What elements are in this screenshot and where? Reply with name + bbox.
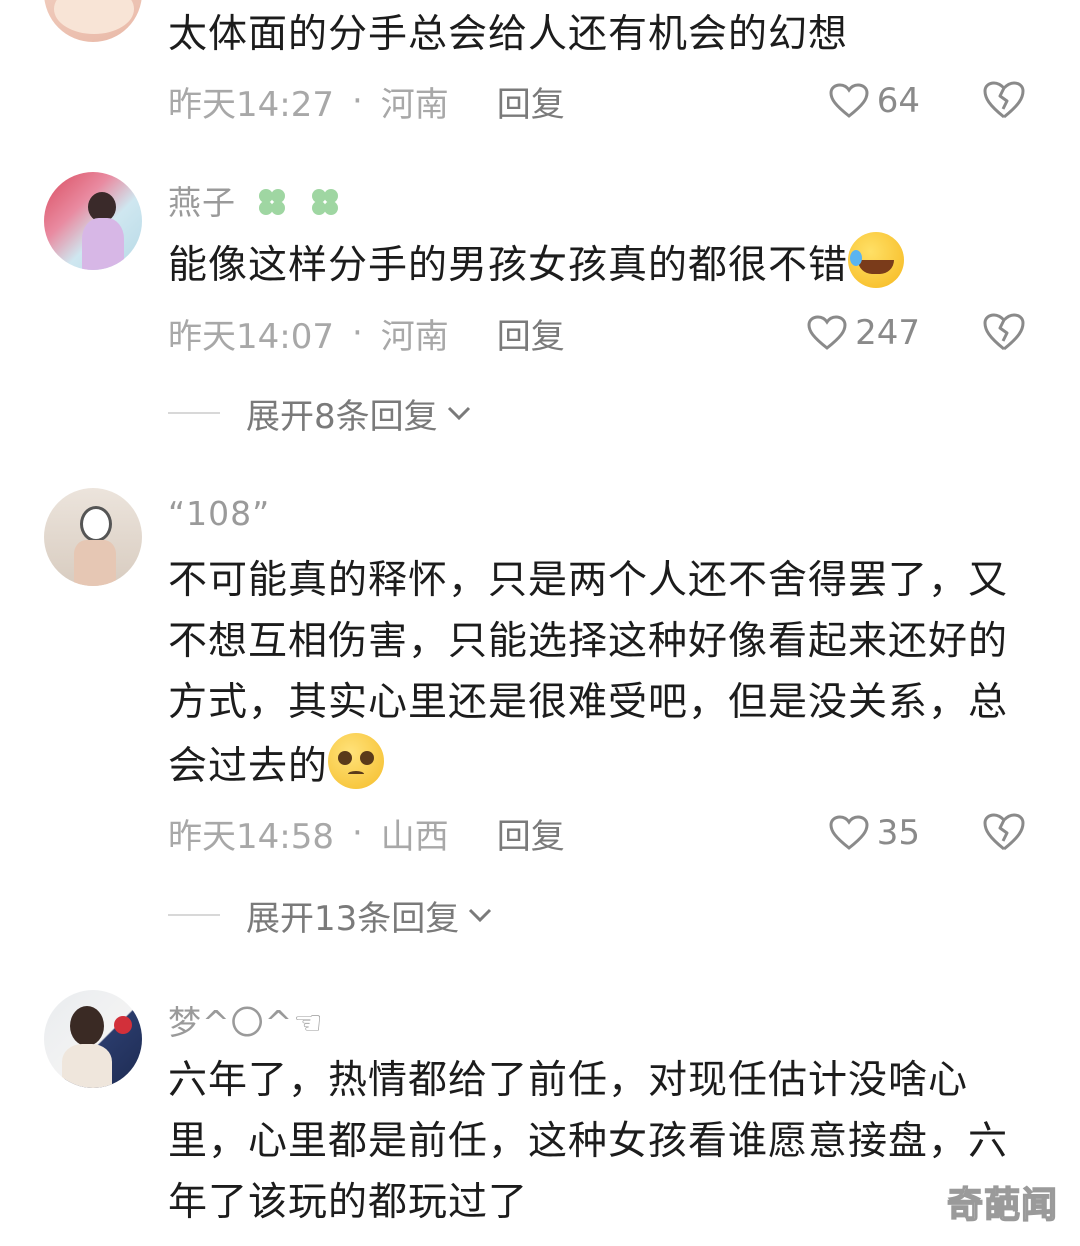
- username[interactable]: 燕子: [168, 176, 343, 224]
- broken-heart-icon[interactable]: [982, 80, 1026, 120]
- avatar[interactable]: [44, 172, 142, 270]
- broken-heart-icon[interactable]: [982, 812, 1026, 852]
- comment-text: 六年了，热情都给了前任，对现任估计没啥心里，心里都是前任，这种女孩看谁愿意接盘，…: [168, 1058, 1009, 1225]
- comment-location: 河南: [380, 84, 449, 125]
- username[interactable]: “108”: [168, 494, 270, 533]
- comment-time: 昨天14:27: [168, 84, 334, 125]
- divider: [168, 914, 220, 916]
- avatar[interactable]: [44, 990, 142, 1088]
- like-button[interactable]: 64: [829, 76, 920, 126]
- reply-button[interactable]: 回复: [497, 309, 565, 358]
- broken-heart-icon[interactable]: [982, 312, 1026, 352]
- comment-time: 昨天14:07: [168, 316, 334, 357]
- comment-meta: 昨天14:07 · 河南 回复: [168, 308, 565, 358]
- chevron-down-icon: [447, 406, 470, 421]
- like-count: 35: [876, 813, 920, 853]
- comment-time: 昨天14:58: [168, 816, 334, 857]
- comment-meta: 昨天14:27 · 河南 回复: [168, 76, 565, 126]
- expand-replies-button[interactable]: 展开13条回复: [168, 890, 493, 940]
- reply-button[interactable]: 回复: [497, 809, 565, 858]
- rolling-laughing-emoji: [848, 232, 905, 288]
- avatar[interactable]: [44, 0, 142, 42]
- comment-text: 不可能真的释怀，只是两个人还不舍得罢了，又不想互相伤害，只能选择这种好像看起来还…: [168, 558, 1009, 789]
- divider: [168, 412, 220, 414]
- heart-outline-icon: [829, 83, 869, 118]
- comment-location: 河南: [380, 316, 449, 357]
- like-button[interactable]: 35: [829, 808, 920, 858]
- comment-meta: 昨天14:58 · 山西 回复: [168, 808, 565, 858]
- like-count: 247: [855, 313, 920, 353]
- expand-replies-button[interactable]: 展开8条回复: [168, 388, 472, 438]
- heart-outline-icon: [829, 815, 869, 850]
- comment-text: 能像这样分手的男孩女孩真的都很不错: [168, 232, 1038, 296]
- four-leaf-clover-icon: [312, 189, 338, 215]
- watermark: 奇葩闻: [946, 1184, 1058, 1227]
- like-count: 64: [876, 81, 920, 121]
- like-button[interactable]: 247: [807, 308, 920, 358]
- heart-outline-icon: [807, 315, 847, 350]
- avatar[interactable]: [44, 488, 142, 586]
- comment-text: 太体面的分手总会给人还有机会的幻想: [168, 12, 849, 57]
- chevron-down-icon: [469, 908, 492, 923]
- username[interactable]: 梦^〇^☜: [168, 996, 324, 1044]
- reply-button[interactable]: 回复: [497, 77, 565, 126]
- pleading-face-emoji: [328, 733, 385, 789]
- four-leaf-clover-icon: [258, 189, 285, 215]
- comment-location: 山西: [380, 816, 449, 857]
